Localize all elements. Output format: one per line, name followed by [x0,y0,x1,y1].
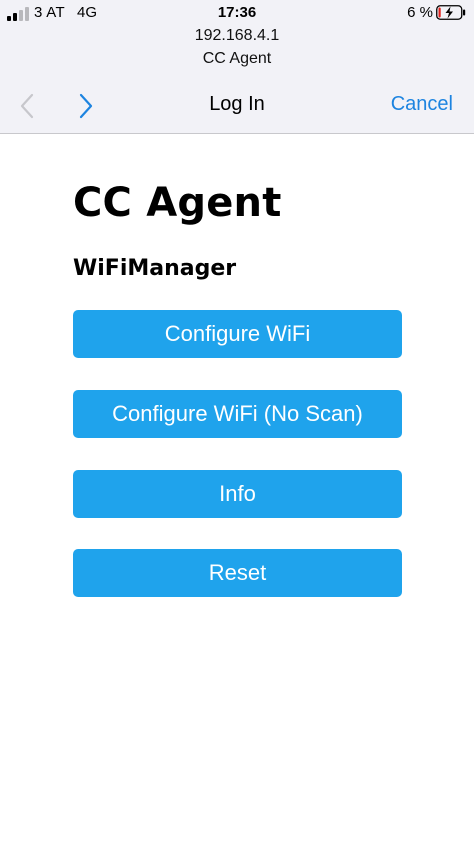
configure-wifi-button[interactable]: Configure WiFi [73,310,402,358]
battery-charging-icon [436,5,466,20]
cancel-button[interactable]: Cancel [391,93,453,116]
browser-header: 3 AT 4G 17:36 6 % 192.168.4.1 CC Agent L… [0,0,474,134]
configure-wifi-no-scan-button[interactable]: Configure WiFi (No Scan) [73,390,402,438]
page-subtitle: WiFiManager [73,256,237,281]
battery-percent: 6 % [407,4,433,21]
info-button[interactable]: Info [73,470,402,518]
page-title: CC Agent [73,180,282,226]
site-name: CC Agent [202,50,272,67]
status-bar: 3 AT 4G 17:36 6 % [0,0,474,28]
reset-button[interactable]: Reset [73,549,402,597]
page-url: 192.168.4.1 [194,27,280,44]
status-time: 17:36 [217,4,257,21]
